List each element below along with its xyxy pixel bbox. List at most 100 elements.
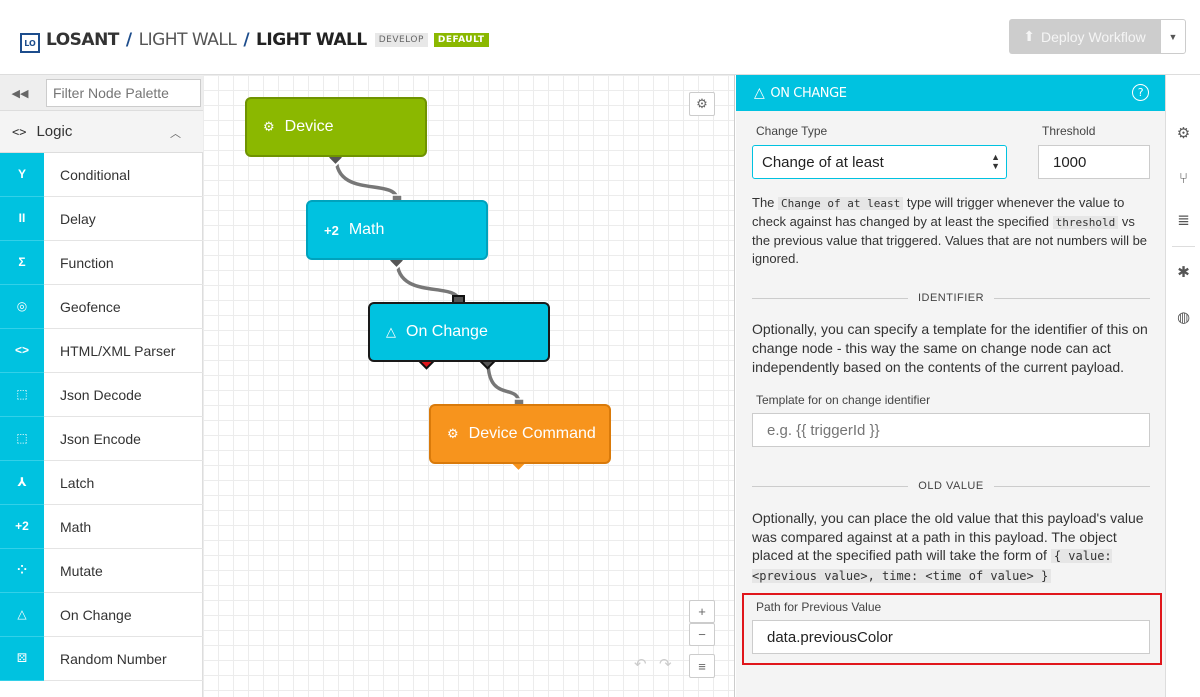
breadcrumb-workflow: LIGHT WALL <box>256 30 367 50</box>
description-text: The <box>752 195 779 210</box>
palette-item-label: Random Number <box>60 650 167 667</box>
palette-item-conditional[interactable]: Y Conditional <box>0 152 203 197</box>
select-arrows-icon: ▲ ▼ <box>991 152 1000 171</box>
threshold-input[interactable]: 1000 <box>1038 145 1150 179</box>
wire-math-to-onchange <box>395 259 461 303</box>
redo-icon: ↷ <box>659 656 672 673</box>
palette-item-label: HTML/XML Parser <box>60 342 176 359</box>
inline-code: threshold <box>1052 216 1119 229</box>
old-value-description: Optionally, you can place the old value … <box>752 509 1150 585</box>
palette-item-math[interactable]: +2 Math <box>0 504 203 549</box>
crosshair-icon: ◎ <box>0 284 44 329</box>
palette-item-label: Conditional <box>60 166 131 183</box>
redo-button[interactable]: ↷ <box>659 655 672 673</box>
triangle-icon: △ <box>386 324 396 339</box>
deploy-options-dropdown[interactable]: ▼ <box>1160 19 1186 54</box>
globe-icon: ◍ <box>1176 309 1191 326</box>
node-device-command[interactable]: ⚙ Device Command <box>429 404 611 464</box>
bug-icon: ✱ <box>1177 264 1190 281</box>
palette-item-on-change[interactable]: △ On Change <box>0 592 203 637</box>
branch-icon: ⑂ <box>1178 169 1188 187</box>
node-label: On Change <box>406 323 488 340</box>
losant-logo[interactable]: LO <box>20 33 40 53</box>
palette-item-delay[interactable]: II Delay <box>0 196 203 241</box>
palette-item-html-xml-parser[interactable]: <> HTML/XML Parser <box>0 328 203 373</box>
category-label: Logic <box>36 123 73 140</box>
palette-item-json-decode[interactable]: ⬚ Json Decode <box>0 372 203 417</box>
upload-icon: ⬆ <box>1023 28 1035 44</box>
dots-grid-icon: ⁘ <box>0 548 44 593</box>
palette-item-label: On Change <box>60 606 132 623</box>
template-label: Template for on change identifier <box>756 393 931 407</box>
plus-icon: + <box>698 604 706 619</box>
panel-title: ON CHANGE <box>770 85 847 101</box>
palette-item-function[interactable]: Σ Function <box>0 240 203 285</box>
deploy-workflow-button[interactable]: ⬆ Deploy Workflow <box>1009 19 1160 54</box>
node-label: Math <box>348 221 385 238</box>
template-identifier-input[interactable] <box>752 413 1150 447</box>
node-label: Device <box>284 118 334 135</box>
inline-code: Change of at least <box>778 197 904 210</box>
identifier-description: Optionally, you can specify a template f… <box>752 321 1148 375</box>
palette-item-label: Geofence <box>60 298 121 315</box>
palette-item-geofence[interactable]: ◎ Geofence <box>0 284 203 329</box>
canvas-settings-button[interactable]: ⚙ <box>689 92 715 116</box>
plus-two-icon: +2 <box>324 222 339 238</box>
help-icon[interactable]: ? <box>1132 84 1149 101</box>
minus-icon: − <box>698 627 706 642</box>
node-label: Device Command <box>468 425 596 442</box>
threshold-value: 1000 <box>1053 153 1087 171</box>
workflow-canvas[interactable]: ⚙ Device +2 Math △ On Change ⚙ Device Co… <box>203 75 735 697</box>
change-type-value: Change of at least <box>762 153 884 171</box>
breadcrumb-separator: / <box>125 30 132 50</box>
palette-item-latch[interactable]: ⅄ Latch <box>0 460 203 505</box>
palette-category-logic[interactable]: <> Logic ︿ <box>0 111 203 153</box>
versions-tab-button[interactable]: ⑂ <box>1166 163 1200 193</box>
wire-device-to-math <box>334 156 399 201</box>
zoom-out-button[interactable]: − <box>689 623 715 646</box>
latch-icon: ⅄ <box>0 460 44 505</box>
collapse-palette-button[interactable]: ◀◀ <box>0 75 40 111</box>
toolbar-divider <box>1172 246 1195 247</box>
globals-tab-button[interactable]: ◍ <box>1166 302 1200 332</box>
right-toolbar: ⚙ ⑂ ≣ ✱ ◍ <box>1165 75 1200 697</box>
wire-onchange-to-command <box>486 360 521 405</box>
sigma-icon: Σ <box>0 240 44 285</box>
code-brackets-icon: <> <box>0 328 44 373</box>
palette-item-label: Latch <box>60 474 95 491</box>
version-badge: DEVELOP <box>374 33 428 47</box>
filter-node-palette-input[interactable] <box>46 79 201 107</box>
zoom-in-button[interactable]: + <box>689 600 715 623</box>
section-heading-text: OLD VALUE <box>918 480 984 492</box>
change-type-select[interactable]: Change of at least ▲ ▼ <box>752 145 1007 179</box>
undo-icon: ↶ <box>634 656 647 673</box>
breadcrumb-org[interactable]: LOSANT <box>46 30 119 50</box>
node-connections <box>326 148 528 473</box>
triangle-icon: △ <box>0 592 44 637</box>
node-device[interactable]: ⚙ Device <box>245 97 427 157</box>
double-chevron-left-icon: ◀◀ <box>11 87 29 100</box>
panel-header: △ ON CHANGE ? <box>736 75 1165 111</box>
pause-icon: II <box>0 196 44 241</box>
breadcrumb-application[interactable]: LIGHT WALL <box>139 30 237 50</box>
app-header: LO LOSANT / LIGHT WALL / LIGHT WALL DEVE… <box>0 0 1200 75</box>
storage-tab-button[interactable]: ≣ <box>1166 205 1200 235</box>
canvas-menu-button[interactable]: ≡ <box>689 654 715 678</box>
palette-toolbar: ◀◀ <box>0 75 203 111</box>
threshold-label: Threshold <box>1042 124 1096 138</box>
gear-icon: ⚙ <box>1176 125 1191 142</box>
node-math[interactable]: +2 Math <box>306 200 488 260</box>
palette-item-random-number[interactable]: ⚄ Random Number <box>0 636 203 681</box>
palette-item-mutate[interactable]: ⁘ Mutate <box>0 548 203 593</box>
palette-item-json-encode[interactable]: ⬚ Json Encode <box>0 416 203 461</box>
settings-tab-button[interactable]: ⚙ <box>1166 118 1200 148</box>
old-value-section-heading: OLD VALUE <box>752 479 1150 493</box>
change-type-label: Change Type <box>756 124 828 138</box>
palette-item-label: Json Decode <box>60 386 142 403</box>
node-on-change[interactable]: △ On Change <box>368 302 550 362</box>
undo-button[interactable]: ↶ <box>634 655 647 673</box>
triangle-icon: △ <box>754 85 765 101</box>
debug-tab-button[interactable]: ✱ <box>1166 257 1200 287</box>
conditional-icon: Y <box>0 152 44 197</box>
deploy-label: Deploy Workflow <box>1040 28 1146 45</box>
